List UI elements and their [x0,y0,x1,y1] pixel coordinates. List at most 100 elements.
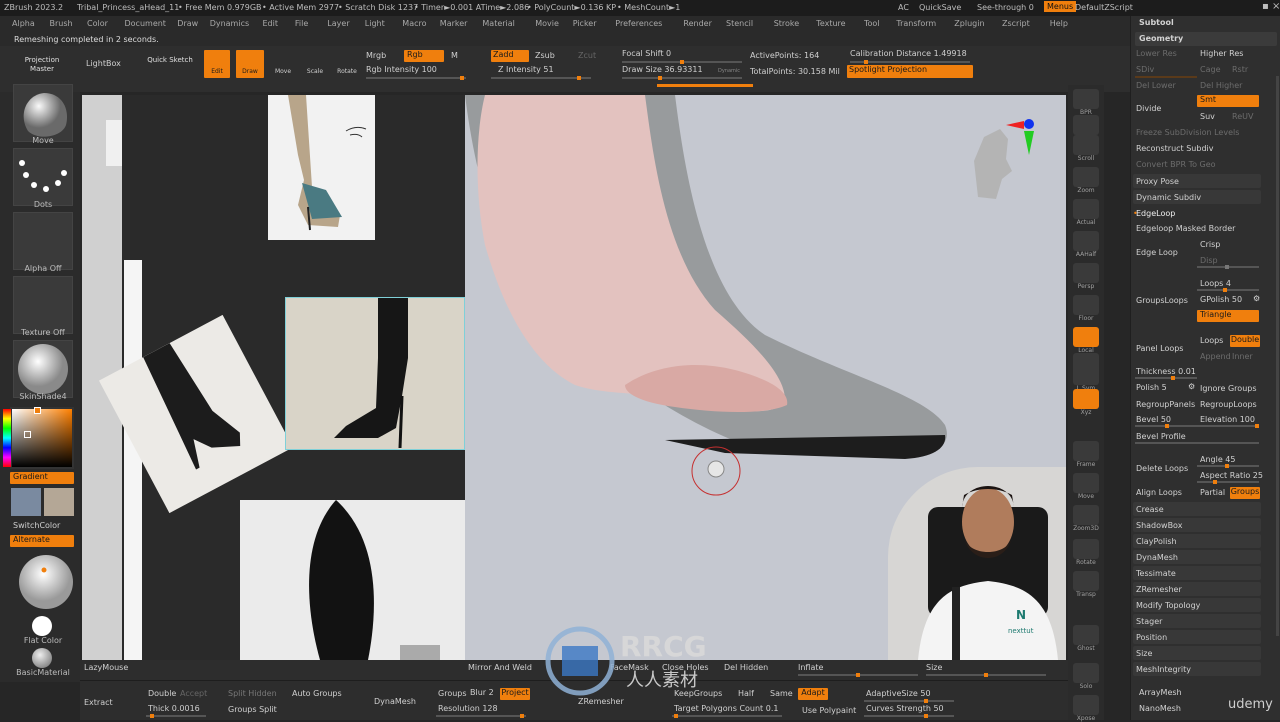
suv-toggle[interactable]: Suv [1200,112,1215,121]
alternate-button[interactable]: Alternate [10,535,74,547]
thickness-slider[interactable]: Thickness 0.01 [1136,367,1196,376]
del-higher-button[interactable]: Del Higher [1200,81,1242,90]
align-loops-button[interactable]: Align Loops [1136,488,1182,497]
inflate-slider[interactable]: Inflate [798,662,823,674]
use-polypaint-toggle[interactable]: Use Polypaint [802,705,856,717]
draw-button[interactable]: Draw [236,50,264,78]
dynamesh-button[interactable]: DynaMesh [374,696,416,708]
menu-macro[interactable]: Macro [402,19,426,28]
edge-loop-button[interactable]: Edge Loop [1136,248,1178,257]
solo-icon[interactable] [1073,663,1099,683]
main-color-swatch[interactable] [11,488,41,516]
rstr-button[interactable]: Rstr [1232,65,1248,74]
target-polygons-slider[interactable]: Target Polygons Count 0.1 [674,703,778,715]
smt-toggle[interactable]: Smt [1197,95,1259,107]
polish-settings-icon[interactable]: ⚙ [1188,382,1195,391]
menus-button[interactable]: Menus [1044,1,1077,12]
dynamic-subdiv-header[interactable]: Dynamic Subdiv [1136,193,1201,202]
modify-topology-header[interactable]: Modify Topology [1136,601,1200,610]
aahalf-icon[interactable] [1073,231,1099,251]
higher-res-button[interactable]: Higher Res [1200,49,1243,58]
adaptive-size-slider[interactable]: AdaptiveSize 50 [866,688,931,700]
gizmo-y-axis-icon[interactable] [1024,131,1034,155]
mrgb-button[interactable]: Mrgb [366,50,386,62]
spotlight-projection-button[interactable]: Spotlight Projection [847,65,973,78]
z-intensity-slider[interactable]: Z Intensity 51 [498,64,554,76]
material-preview[interactable] [17,554,75,610]
secondary-color-swatch[interactable] [44,488,74,516]
shadowbox-header[interactable]: ShadowBox [1136,521,1182,530]
floor-icon[interactable] [1073,295,1099,315]
rotate-button[interactable]: Rotate [333,50,361,78]
groupsloops-button[interactable]: GroupsLoops [1136,296,1188,305]
meshintegrity-header[interactable]: MeshIntegrity [1136,665,1191,674]
draw-size-slider[interactable]: Draw Size 36.93311 [622,64,703,76]
menu-document[interactable]: Document [125,19,166,28]
groups-toggle[interactable]: Groups [1230,487,1260,499]
crease-header[interactable]: Crease [1136,505,1164,514]
elevation-slider[interactable]: Elevation 100 [1200,415,1255,424]
window-controls[interactable]: ▪ × [1262,1,1280,12]
aspect-ratio-slider[interactable]: Aspect Ratio 25 [1200,471,1263,480]
zsub-button[interactable]: Zsub [535,50,555,62]
switchcolor-button[interactable]: SwitchColor [13,520,60,532]
arraymesh-header[interactable]: ArrayMesh [1139,688,1182,697]
focal-shift-slider[interactable]: Focal Shift 0 [622,48,671,60]
ac-button[interactable]: AC [898,3,909,12]
auto-groups-button[interactable]: Auto Groups [292,688,342,700]
lazymouse-button[interactable]: LazyMouse [84,662,128,674]
crisp-toggle[interactable]: Crisp [1200,240,1220,249]
append-toggle[interactable]: Append [1200,352,1231,361]
focal-shift-track[interactable] [622,60,742,64]
m-button[interactable]: M [451,50,458,62]
double-toggle-bottom[interactable]: Double [148,688,176,700]
edit-button[interactable]: Edit [204,50,230,78]
partial-toggle[interactable]: Partial [1200,488,1225,497]
material-tile[interactable] [13,340,73,398]
position-header[interactable]: Position [1136,633,1167,642]
hue-strip[interactable] [3,409,11,467]
see-through-slider[interactable]: See-through 0 [977,3,1034,12]
actual-icon[interactable] [1073,199,1099,219]
texture-tile[interactable] [13,276,73,334]
menu-movie[interactable]: Movie [535,19,559,28]
local-icon[interactable] [1073,327,1099,347]
menu-tool[interactable]: Tool [864,19,880,28]
subtool-header[interactable]: Subtool [1139,18,1174,27]
menu-stencil[interactable]: Stencil [726,19,753,28]
zremesher-button[interactable]: ZRemesher [578,696,624,708]
menu-marker[interactable]: Marker [440,19,468,28]
rgb-intensity-track[interactable] [366,76,466,80]
viewport-canvas[interactable]: N nexttut [82,95,1066,660]
mirror-and-weld-button[interactable]: Mirror And Weld [468,662,532,674]
rotate-icon[interactable] [1073,539,1099,559]
menu-layer[interactable]: Layer [327,19,349,28]
zcut-button[interactable]: Zcut [578,50,596,62]
menu-preferences[interactable]: Preferences [615,19,662,28]
reconstruct-subdiv-button[interactable]: Reconstruct Subdiv [1136,144,1214,153]
xpose-icon[interactable] [1073,695,1099,715]
thick-slider[interactable]: Thick 0.0016 [148,703,200,715]
regroup-panels-toggle[interactable]: RegroupPanels [1136,400,1195,409]
groups-split-button[interactable]: Groups Split [228,704,277,716]
menu-material[interactable]: Material [482,19,515,28]
claypolish-header[interactable]: ClayPolish [1136,537,1177,546]
xyz-icon[interactable] [1073,389,1099,409]
move-icon[interactable] [1073,473,1099,493]
hue-marker[interactable] [34,407,41,414]
blur-slider[interactable]: Blur 2 [470,687,494,699]
project-toggle[interactable]: Project [500,688,530,700]
stager-header[interactable]: Stager [1136,617,1162,626]
lsym-icon[interactable] [1073,365,1099,385]
menu-edit[interactable]: Edit [263,19,279,28]
menu-transform[interactable]: Transform [896,19,936,28]
menu-alpha[interactable]: Alpha [12,19,35,28]
menu-brush[interactable]: Brush [50,19,73,28]
color-marker[interactable] [24,431,31,438]
gpolish-slider[interactable]: GPolish 50 [1200,295,1242,304]
geometry-header[interactable]: Geometry [1139,34,1183,43]
disp-slider[interactable]: Disp [1200,256,1218,265]
curves-strength-slider[interactable]: Curves Strength 50 [866,703,944,715]
transp-icon[interactable] [1073,571,1099,591]
rgb-button[interactable]: Rgb [404,50,444,62]
